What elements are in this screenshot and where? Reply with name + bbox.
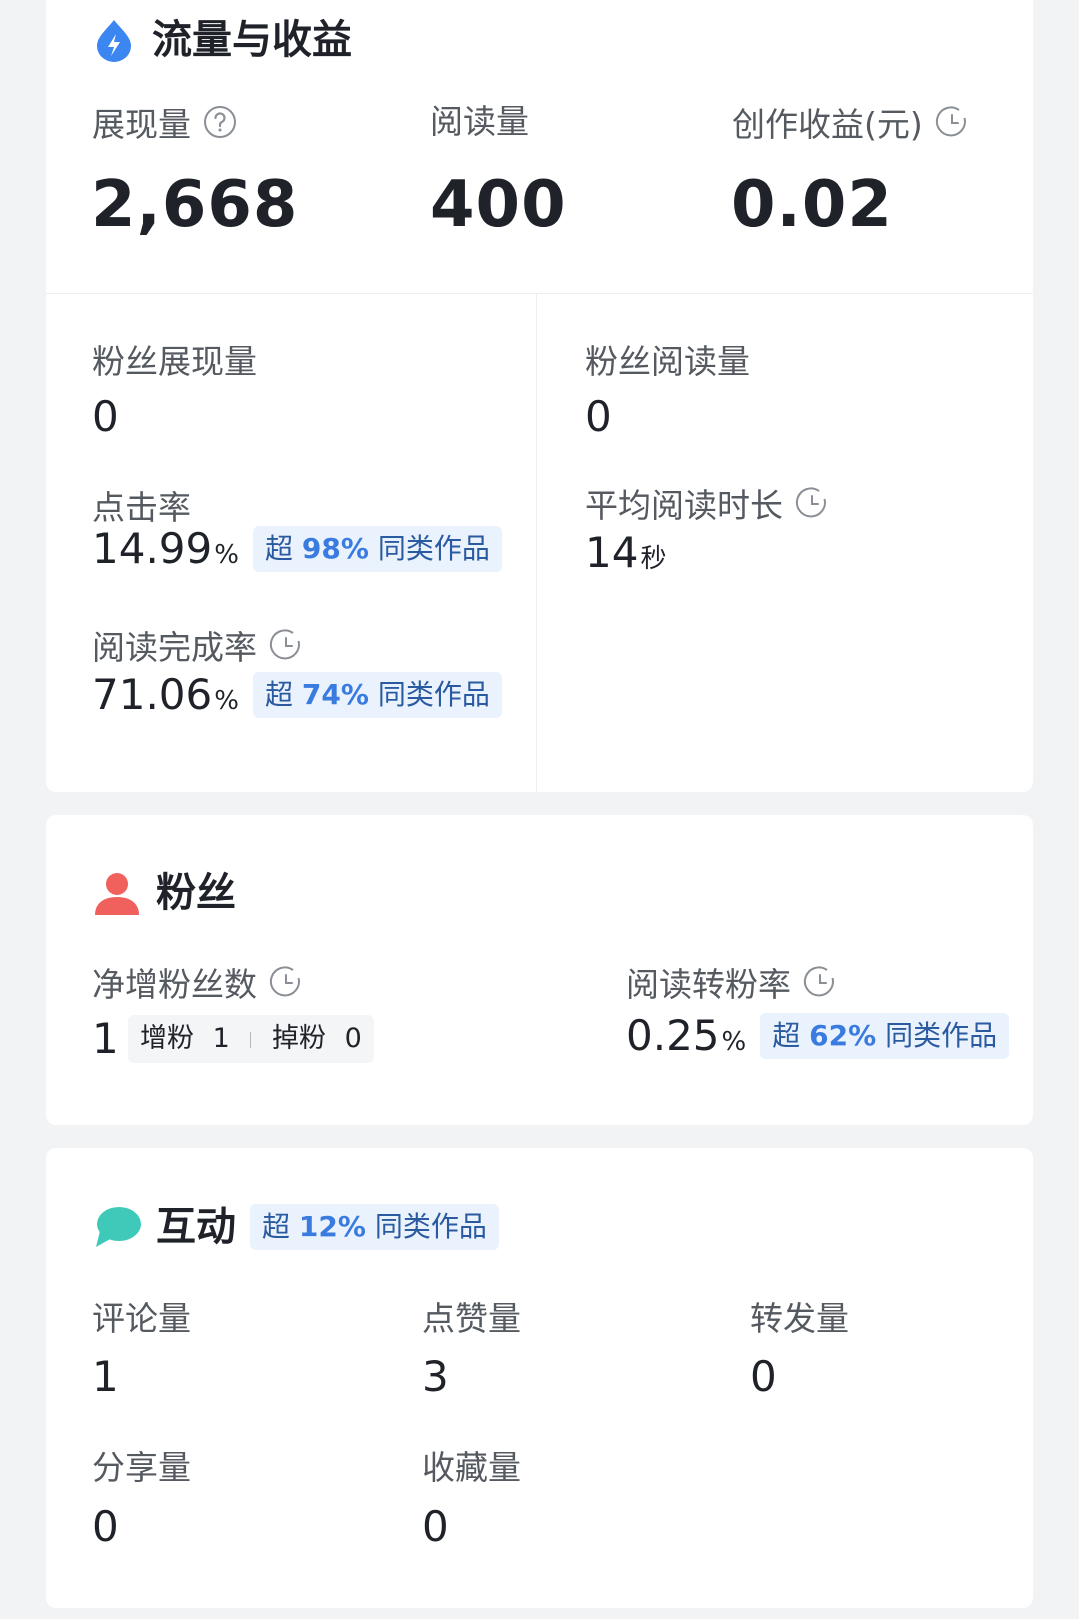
- impressions-value: 2,668: [91, 168, 299, 242]
- shares-value: 0: [92, 1502, 119, 1551]
- traffic-divider-horizontal: [46, 293, 1033, 294]
- fans-header: 粉丝: [94, 871, 236, 915]
- chat-bubble-icon: [94, 1205, 142, 1249]
- completion-rate-badge: 超 74% 同类作品: [252, 672, 502, 718]
- completion-rate-label-row: 阅读完成率: [92, 628, 303, 666]
- net-fans-label-row: 净增粉丝数: [92, 965, 303, 1003]
- conversion-value: 0.25%: [626, 1011, 747, 1060]
- ctr-value: 14.99%: [92, 524, 239, 573]
- shares-label: 分享量: [92, 1448, 191, 1487]
- net-fans-label: 净增粉丝数: [92, 964, 257, 1004]
- earnings-label-row: 创作收益(元): [732, 105, 969, 143]
- interaction-card: 互动 超 12% 同类作品 评论量 1 点赞量 3 转发量 0 分享量 0 收藏…: [46, 1148, 1033, 1608]
- fans-card: 粉丝 净增粉丝数 1 增粉 1 掉粉 0 阅读转粉率 0.25% 超 62% 同…: [46, 815, 1033, 1125]
- conversion-row: 0.25% 超 62% 同类作品: [626, 1011, 1010, 1060]
- fans-gain-loss-pill: 增粉 1 掉粉 0: [128, 1015, 374, 1063]
- person-icon: [94, 871, 140, 915]
- question-circle-icon[interactable]: [203, 105, 237, 143]
- loss-value: 0: [344, 1023, 362, 1054]
- traffic-header: 流量与收益: [94, 18, 352, 62]
- clock-icon[interactable]: [935, 105, 969, 143]
- net-fans-value: 1: [92, 1014, 119, 1063]
- fans-title: 粉丝: [156, 870, 236, 916]
- fan-reads-label: 粉丝阅读量: [585, 342, 750, 381]
- fan-impressions-label: 粉丝展现量: [92, 342, 257, 381]
- interaction-title: 互动: [156, 1204, 236, 1250]
- conversion-label: 阅读转粉率: [626, 964, 791, 1004]
- gain-value: 1: [212, 1023, 230, 1054]
- likes-value: 3: [422, 1352, 449, 1401]
- earnings-value: 0.02: [731, 168, 893, 242]
- fan-reads-value: 0: [585, 392, 612, 441]
- comments-label: 评论量: [92, 1299, 191, 1338]
- ctr-label: 点击率: [92, 488, 191, 527]
- conversion-label-row: 阅读转粉率: [626, 965, 837, 1003]
- reads-value: 400: [430, 168, 567, 242]
- impressions-label: 展现量: [92, 104, 191, 144]
- reposts-label: 转发量: [750, 1299, 849, 1338]
- interaction-badge: 超 12% 同类作品: [250, 1204, 499, 1250]
- likes-label: 点赞量: [422, 1299, 521, 1338]
- completion-rate-row: 71.06% 超 74% 同类作品: [92, 672, 502, 718]
- earnings-label: 创作收益(元): [732, 104, 923, 144]
- reposts-value: 0: [750, 1352, 777, 1401]
- ctr-row: 14.99% 超 98% 同类作品: [92, 526, 502, 572]
- clock-icon[interactable]: [269, 628, 303, 666]
- traffic-title: 流量与收益: [152, 17, 352, 63]
- pill-separator: [250, 1031, 252, 1048]
- lightning-drop-icon: [94, 18, 134, 62]
- completion-rate-value: 71.06%: [92, 670, 239, 719]
- avg-read-time-value: 14秒: [585, 528, 667, 577]
- favorites-label: 收藏量: [422, 1448, 521, 1487]
- fan-impressions-value: 0: [92, 392, 119, 441]
- interaction-header: 互动 超 12% 同类作品: [94, 1204, 499, 1250]
- avg-read-time-label: 平均阅读时长: [585, 485, 783, 525]
- clock-icon[interactable]: [803, 965, 837, 1003]
- gain-label: 增粉: [140, 1023, 194, 1054]
- clock-icon[interactable]: [269, 965, 303, 1003]
- traffic-divider-vertical: [536, 293, 537, 792]
- avg-read-time-label-row: 平均阅读时长: [585, 486, 829, 524]
- completion-rate-label: 阅读完成率: [92, 627, 257, 667]
- conversion-badge: 超 62% 同类作品: [760, 1013, 1010, 1059]
- reads-label: 阅读量: [430, 102, 529, 141]
- net-fans-row: 1 增粉 1 掉粉 0: [92, 1015, 374, 1063]
- ctr-badge: 超 98% 同类作品: [252, 526, 502, 572]
- clock-icon[interactable]: [795, 486, 829, 524]
- traffic-card: 流量与收益 展现量 2,668 阅读量 400 创作收益(元) 0.02 粉丝展…: [46, 0, 1033, 792]
- favorites-value: 0: [422, 1502, 449, 1551]
- impressions-label-row: 展现量: [92, 105, 237, 143]
- loss-label: 掉粉: [271, 1023, 326, 1054]
- comments-value: 1: [92, 1352, 119, 1401]
